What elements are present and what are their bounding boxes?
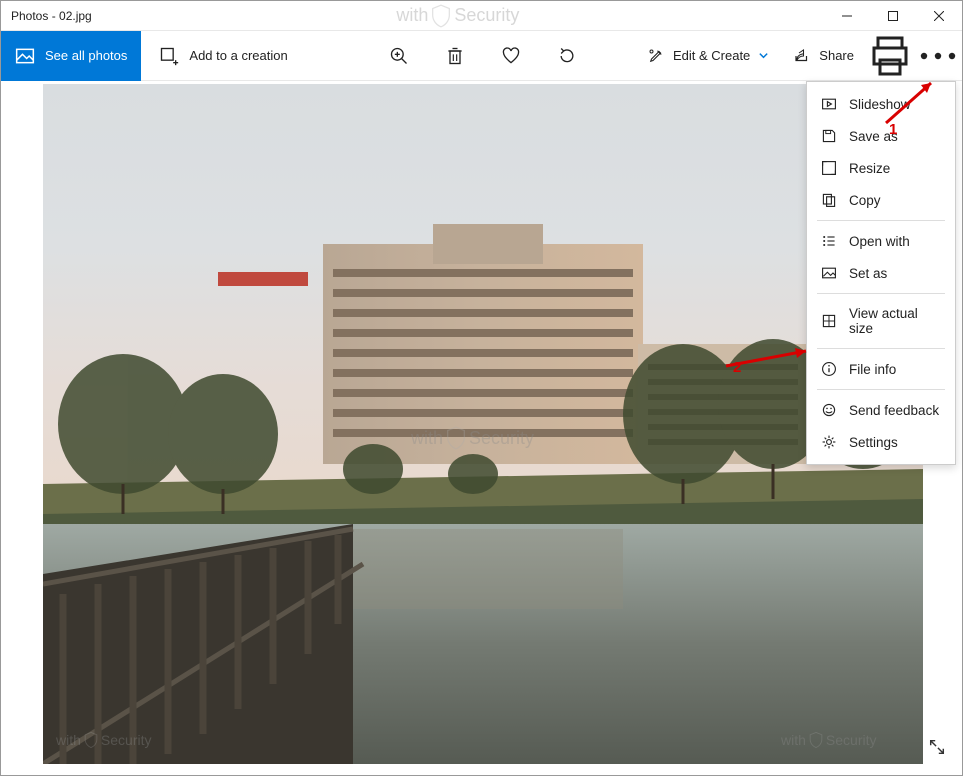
title-bar: Photos - 02.jpg with Security bbox=[1, 1, 962, 31]
edit-create-button[interactable]: Edit & Create bbox=[635, 31, 781, 81]
copy-icon bbox=[821, 192, 837, 208]
watermark-top: with Security bbox=[396, 4, 519, 28]
menu-send-feedback[interactable]: Send feedback bbox=[807, 394, 955, 426]
menu-settings-label: Settings bbox=[849, 435, 898, 450]
menu-slideshow[interactable]: Slideshow bbox=[807, 88, 955, 120]
menu-copy-label: Copy bbox=[849, 193, 881, 208]
gallery-icon bbox=[15, 46, 35, 66]
print-button[interactable] bbox=[866, 31, 914, 81]
photo-viewer[interactable] bbox=[43, 84, 923, 764]
menu-separator bbox=[817, 389, 945, 390]
actual-size-icon bbox=[821, 313, 837, 329]
feedback-icon bbox=[821, 402, 837, 418]
open-with-icon bbox=[821, 233, 837, 249]
title-spacer: with Security bbox=[92, 4, 824, 28]
fullscreen-icon bbox=[928, 738, 946, 756]
edit-icon bbox=[647, 47, 665, 65]
share-label: Share bbox=[819, 48, 854, 63]
add-creation-icon bbox=[159, 46, 179, 66]
favorite-button[interactable] bbox=[483, 31, 539, 81]
content-area: with Security with Security with Securit… bbox=[1, 81, 962, 775]
menu-resize-label: Resize bbox=[849, 161, 890, 176]
menu-settings[interactable]: Settings bbox=[807, 426, 955, 458]
more-dropdown: Slideshow Save as Resize Copy Open with … bbox=[806, 81, 956, 465]
menu-separator bbox=[817, 220, 945, 221]
menu-view-actual-label: View actual size bbox=[849, 306, 941, 336]
edit-create-label: Edit & Create bbox=[673, 48, 750, 63]
window-title: Photos - 02.jpg bbox=[1, 9, 92, 23]
minimize-button[interactable] bbox=[824, 1, 870, 31]
fullscreen-button[interactable] bbox=[928, 738, 946, 761]
menu-open-with-label: Open with bbox=[849, 234, 910, 249]
menu-send-feedback-label: Send feedback bbox=[849, 403, 939, 418]
rotate-icon bbox=[557, 46, 577, 66]
chevron-down-icon bbox=[758, 50, 769, 61]
maximize-button[interactable] bbox=[870, 1, 916, 31]
menu-copy[interactable]: Copy bbox=[807, 184, 955, 216]
menu-view-actual-size[interactable]: View actual size bbox=[807, 298, 955, 344]
menu-separator bbox=[817, 293, 945, 294]
delete-button[interactable] bbox=[427, 31, 483, 81]
more-icon bbox=[914, 32, 962, 80]
slideshow-icon bbox=[821, 96, 837, 112]
share-button[interactable]: Share bbox=[781, 31, 866, 81]
trash-icon bbox=[445, 46, 465, 66]
menu-slideshow-label: Slideshow bbox=[849, 97, 911, 112]
zoom-icon bbox=[389, 46, 409, 66]
close-button[interactable] bbox=[916, 1, 962, 31]
menu-file-info[interactable]: File info bbox=[807, 353, 955, 385]
resize-icon bbox=[821, 160, 837, 176]
add-to-creation-button[interactable]: Add to a creation bbox=[141, 31, 305, 81]
menu-resize[interactable]: Resize bbox=[807, 152, 955, 184]
set-as-icon bbox=[821, 265, 837, 281]
info-icon bbox=[821, 361, 837, 377]
add-creation-label: Add to a creation bbox=[189, 48, 287, 63]
menu-file-info-label: File info bbox=[849, 362, 896, 377]
zoom-button[interactable] bbox=[371, 31, 427, 81]
heart-icon bbox=[501, 46, 521, 66]
see-all-photos-button[interactable]: See all photos bbox=[1, 31, 141, 81]
photo-image bbox=[43, 84, 923, 764]
share-icon bbox=[793, 47, 811, 65]
menu-set-as-label: Set as bbox=[849, 266, 887, 281]
toolbar: See all photos Add to a creation Edit & … bbox=[1, 31, 962, 81]
window-controls bbox=[824, 1, 962, 31]
menu-set-as[interactable]: Set as bbox=[807, 257, 955, 289]
menu-separator bbox=[817, 348, 945, 349]
see-all-label: See all photos bbox=[45, 48, 127, 63]
print-icon bbox=[866, 32, 914, 80]
watermark-suffix: Security bbox=[454, 5, 519, 26]
save-icon bbox=[821, 128, 837, 144]
rotate-button[interactable] bbox=[539, 31, 595, 81]
watermark-prefix: with bbox=[396, 5, 428, 26]
menu-save-as[interactable]: Save as bbox=[807, 120, 955, 152]
menu-open-with[interactable]: Open with bbox=[807, 225, 955, 257]
gear-icon bbox=[821, 434, 837, 450]
menu-save-as-label: Save as bbox=[849, 129, 898, 144]
more-button[interactable] bbox=[914, 31, 962, 81]
shield-icon bbox=[431, 4, 451, 28]
